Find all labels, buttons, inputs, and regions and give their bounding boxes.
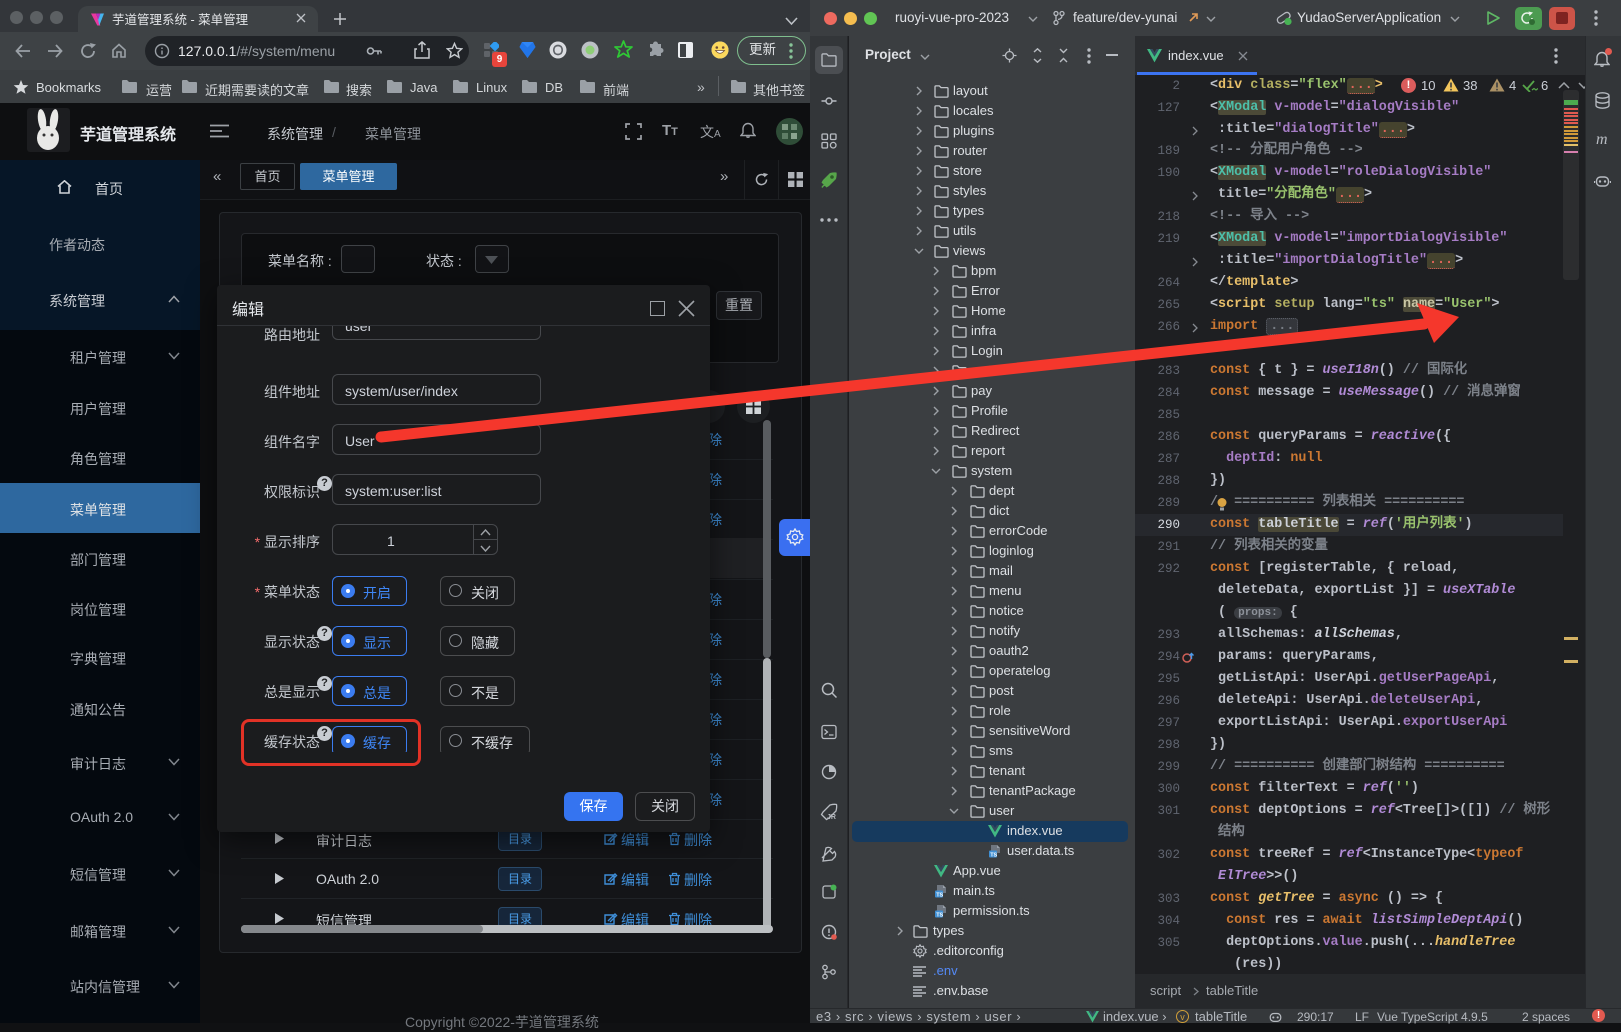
svg-text:JR: JR: [827, 814, 836, 821]
svg-text:TS: TS: [990, 852, 997, 858]
svg-text:TS: TS: [936, 892, 943, 898]
svg-text:TS: TS: [936, 912, 943, 918]
